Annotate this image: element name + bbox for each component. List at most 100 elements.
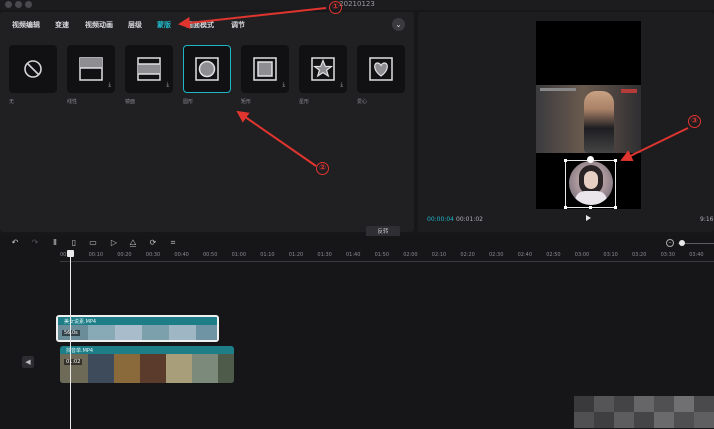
mask-option-linear[interactable]: ⤓ 线性 (67, 45, 115, 105)
rotate-icon[interactable]: ⟳ (148, 238, 158, 248)
mask-option-star[interactable]: ⤓ 星形 (299, 45, 347, 105)
resize-handle[interactable] (614, 159, 617, 162)
resize-handle[interactable] (564, 159, 567, 162)
thumbnail (115, 325, 142, 340)
thumbnail (88, 325, 115, 340)
tab-layer[interactable]: 层级 (128, 20, 142, 30)
mask-option-none[interactable]: 无 (9, 45, 57, 105)
tab-adjust[interactable]: 调节 (231, 20, 245, 30)
ruler-line (60, 261, 714, 262)
timeline: ↶ ↷ Ⅱ ▯ ▭ ▷ ⧋ ⟳ ⌗ – 00:0000:1000:2000:30… (0, 236, 714, 429)
ruler-tick-label: 01:30 (317, 252, 332, 258)
ruler-tick-label: 02:00 (403, 252, 418, 258)
mask-tile[interactable]: ⤓ (241, 45, 289, 93)
mask-option-rectangle[interactable]: ⤓ 矩形 (241, 45, 289, 105)
ruler-tick-label: 02:10 (431, 252, 447, 258)
resize-handle[interactable] (564, 206, 567, 209)
ruler-tick-label: 03:00 (574, 252, 590, 258)
video-caption (540, 88, 576, 91)
resize-handle[interactable] (614, 206, 617, 209)
ruler-tick-label: 01:20 (288, 252, 304, 258)
play-icon[interactable] (586, 215, 591, 221)
time-ruler[interactable]: 00:0000:1000:2000:3000:4000:5001:0001:10… (0, 252, 714, 262)
current-time: 00:00:04 (427, 216, 454, 223)
ruler-tick-label: 00:30 (145, 252, 161, 258)
download-icon[interactable]: ⤓ (108, 81, 111, 89)
redo-icon[interactable]: ↷ (30, 238, 40, 248)
ruler-tick-label: 01:50 (374, 252, 390, 258)
title-bar: 20210123 (0, 0, 714, 10)
thumbnail (142, 325, 169, 340)
tab-speed[interactable]: 变速 (55, 20, 69, 30)
video-logo (621, 89, 637, 93)
download-icon[interactable]: ⤓ (282, 81, 285, 89)
thumbnail (196, 325, 217, 340)
ruler-tick-label: 00:40 (174, 252, 189, 258)
ruler-tick-label: 03:40 (689, 252, 704, 258)
no-mask-icon (24, 60, 42, 78)
delete-icon[interactable]: ▯ (69, 238, 79, 248)
clip-header: 美女说素.MP4 (58, 317, 217, 325)
resize-handle[interactable] (589, 206, 592, 209)
thumbnail (166, 354, 192, 383)
download-icon[interactable]: ⤓ (166, 81, 169, 89)
clip-thumbnails (60, 354, 234, 383)
selection-box[interactable] (565, 160, 616, 208)
thumbnail (114, 354, 140, 383)
tab-blend-mode[interactable]: 画面模式 (186, 20, 214, 30)
playhead-handle[interactable] (67, 250, 74, 257)
ruler-tick-label: 00:10 (88, 252, 104, 258)
tab-video-animation[interactable]: 视频动画 (85, 20, 113, 30)
tab-video-edit[interactable]: 视频编辑 (12, 20, 40, 30)
playhead[interactable] (70, 250, 71, 429)
zoom-out-icon[interactable]: – (666, 239, 674, 247)
mask-tile[interactable] (9, 45, 57, 93)
ruler-tick-label: 01:40 (346, 252, 361, 258)
aspect-ratio[interactable]: 9:16 (700, 216, 713, 223)
mask-tile[interactable]: ⤓ (125, 45, 173, 93)
freeze-frame-icon[interactable]: ▭ (88, 238, 98, 248)
mask-option-heart[interactable]: 爱心 (357, 45, 405, 105)
ruler-tick-label: 03:30 (660, 252, 676, 258)
thumbnail (192, 354, 218, 383)
properties-panel: 视频编辑 变速 视频动画 层级 蒙版 画面模式 调节 ⌄ 无 ⤓ 线性 ⤓ 镜面… (0, 12, 414, 238)
ruler-tick-label: 00:20 (117, 252, 132, 258)
undo-icon[interactable]: ↶ (10, 238, 20, 248)
mask-label: 线性 (67, 99, 78, 105)
preview-canvas[interactable] (536, 21, 641, 209)
play-reverse-icon[interactable]: ▷ (109, 238, 119, 248)
mask-tile-selected[interactable] (183, 45, 231, 93)
preview-panel: 00:00:04 00:01:02 9:16 (418, 12, 714, 232)
split-icon[interactable]: Ⅱ (50, 238, 60, 248)
zoom-slider-knob[interactable] (679, 240, 685, 246)
rotate-handle-icon[interactable] (587, 156, 594, 163)
clip-header: 抖音单.MP4 (60, 346, 234, 354)
download-icon[interactable]: ⤓ (340, 81, 343, 89)
mask-tile[interactable]: ⤓ (67, 45, 115, 93)
window-title: 20210123 (339, 0, 375, 8)
clip-duration: 01:02 (64, 359, 83, 365)
watermark-mosaic (574, 396, 714, 429)
mirror-icon[interactable]: ⧋ (128, 238, 138, 248)
video-editor-window: 20210123 视频编辑 变速 视频动画 层级 蒙版 画面模式 调节 ⌄ 无 (0, 0, 714, 429)
ruler-tick-label: 02:50 (546, 252, 561, 258)
mask-option-mirror[interactable]: ⤓ 镜面 (125, 45, 173, 105)
heart-mask-icon (369, 57, 393, 81)
ruler-tick-label: 00:50 (203, 252, 218, 258)
overlay-clip[interactable]: 美女说素.MP4 56.0s (56, 315, 219, 342)
tab-mask[interactable]: 蒙版 (157, 20, 171, 30)
mask-tile[interactable] (357, 45, 405, 93)
clip-thumbnails (58, 325, 217, 340)
mask-option-circle[interactable]: 圆形 (183, 45, 231, 105)
ruler-tick-label: 01:10 (260, 252, 275, 258)
thumbnail (169, 325, 196, 340)
mask-label: 星形 (299, 99, 310, 105)
thumbnail (140, 354, 166, 383)
mute-track-icon[interactable]: ◀ (22, 356, 34, 368)
mask-label: 镜面 (125, 99, 136, 105)
mask-tile[interactable]: ⤓ (299, 45, 347, 93)
chevron-down-icon[interactable]: ⌄ (392, 18, 405, 31)
crop-icon[interactable]: ⌗ (168, 238, 178, 248)
main-clip[interactable]: 抖音单.MP4 01:02 (60, 346, 234, 383)
annotation-marker-3: ③ (688, 115, 701, 128)
